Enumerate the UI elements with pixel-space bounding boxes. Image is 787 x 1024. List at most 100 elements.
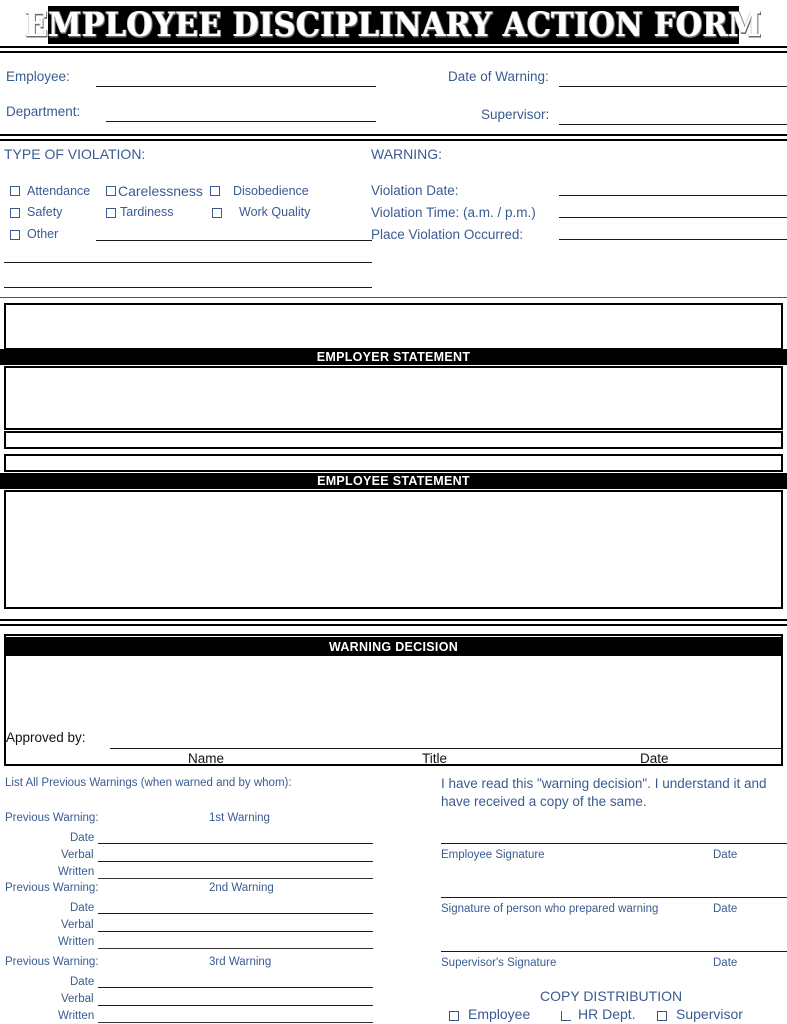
label-disobedience: Disobedience [233, 184, 309, 198]
divider-warning-decision-bottom [0, 624, 787, 626]
checkbox-copy-employee[interactable] [449, 1011, 459, 1021]
previous-warning-2-ordinal: 2nd Warning [209, 882, 274, 894]
divider-violation-bottom [0, 139, 787, 141]
date-of-warning-input-line[interactable] [559, 86, 787, 87]
label-tardiness: Tardiness [120, 205, 174, 219]
label-approved-by: Approved by: [6, 730, 86, 745]
previous-warning-3-ordinal: 3rd Warning [209, 956, 272, 968]
label-department: Department: [6, 104, 81, 119]
previous-warning-3-date-label: Date [70, 976, 95, 988]
previous-warning-3-label: Previous Warning: [5, 956, 99, 968]
supervisor-signature-label: Supervisor's Signature [441, 957, 557, 969]
acknowledgement-text: I have read this "warning decision". I u… [441, 776, 767, 809]
checkbox-copy-hr-dept[interactable] [561, 1011, 571, 1021]
label-violation-date: Violation Date: [371, 183, 459, 198]
label-place-violation: Place Violation Occurred: [371, 227, 524, 242]
checkbox-copy-supervisor[interactable] [657, 1011, 667, 1021]
department-input-line[interactable] [106, 121, 376, 122]
supervisor-signature-line[interactable] [441, 951, 787, 952]
warning-decision-label: WARNING DECISION [328, 639, 459, 654]
previous-warnings-heading: List All Previous Warnings (when warned … [5, 777, 292, 789]
previous-warning-2-written-label: Written [58, 936, 95, 948]
violation-time-input-line[interactable] [559, 217, 787, 218]
label-safety: Safety [27, 205, 63, 219]
preparer-signature-date-label: Date [713, 903, 738, 915]
label-other: Other [27, 227, 59, 241]
supervisor-signature-date-label: Date [713, 957, 738, 969]
column-header-title: Title [422, 751, 448, 766]
divider-warning-decision-top [0, 619, 787, 621]
previous-warning-2-verbal-line[interactable] [98, 931, 373, 932]
page-title: EMPLOYEE DISCIPLINARY ACTION FORM [25, 5, 762, 45]
employee-signature-date-label: Date [713, 849, 738, 861]
previous-warning-2-date-line[interactable] [98, 913, 373, 914]
approved-by-input-line[interactable] [110, 748, 783, 749]
employer-statement-line-1[interactable] [4, 431, 783, 449]
divider-above-employer [0, 297, 787, 298]
label-work-quality: Work Quality [239, 205, 311, 219]
employer-statement-body-box[interactable] [4, 366, 783, 430]
previous-warning-3-written-label: Written [58, 1010, 95, 1022]
employee-statement-body-box[interactable] [4, 490, 783, 609]
label-carelessness: Carelessness [118, 183, 203, 199]
violation-date-input-line[interactable] [559, 195, 787, 196]
previous-warning-1-verbal-line[interactable] [98, 861, 373, 862]
employer-statement-line-2[interactable] [4, 454, 783, 472]
employer-statement-label: EMPLOYER STATEMENT [316, 350, 471, 364]
checkbox-other[interactable] [10, 230, 20, 240]
violation-extra-line-2[interactable] [4, 287, 372, 288]
previous-warning-1-verbal-label: Verbal [61, 849, 94, 861]
place-violation-input-line[interactable] [559, 239, 787, 240]
employer-statement-top-box[interactable] [4, 303, 783, 350]
previous-warning-1-written-line[interactable] [98, 878, 373, 879]
previous-warning-3-written-line[interactable] [98, 1022, 373, 1023]
checkbox-tardiness[interactable] [106, 208, 116, 218]
label-date-of-warning: Date of Warning: [448, 69, 549, 84]
previous-warning-1-date-line[interactable] [98, 843, 373, 844]
employee-signature-line[interactable] [441, 843, 787, 844]
employee-signature-label: Employee Signature [441, 849, 545, 861]
column-header-name: Name [188, 751, 225, 766]
divider-title-top [0, 46, 787, 48]
previous-warning-1-written-label: Written [58, 866, 95, 878]
label-copy-supervisor: Supervisor [676, 1006, 743, 1022]
label-supervisor: Supervisor: [481, 107, 550, 122]
checkbox-safety[interactable] [10, 208, 20, 218]
preparer-signature-line[interactable] [441, 897, 787, 898]
label-copy-employee: Employee [468, 1006, 531, 1022]
other-input-line[interactable] [96, 240, 372, 241]
previous-warning-1-label: Previous Warning: [5, 812, 99, 824]
label-attendance: Attendance [27, 184, 91, 198]
copy-distribution-title: COPY DISTRIBUTION [540, 988, 683, 1004]
column-header-date: Date [640, 751, 669, 766]
checkbox-work-quality[interactable] [212, 208, 222, 218]
previous-warning-3-date-line[interactable] [98, 987, 373, 988]
label-copy-hr-dept: HR Dept. [578, 1006, 636, 1022]
label-employee: Employee: [6, 69, 70, 84]
warning-heading: WARNING: [371, 146, 443, 162]
label-violation-time: Violation Time: (a.m. / p.m.) [371, 205, 536, 220]
supervisor-input-line[interactable] [559, 124, 787, 125]
previous-warning-1-date-label: Date [70, 832, 95, 844]
previous-warning-2-date-label: Date [70, 902, 95, 914]
preparer-signature-label: Signature of person who prepared warning [441, 903, 659, 915]
employee-statement-band: EMPLOYEE STATEMENT [0, 473, 787, 489]
violation-extra-line-1[interactable] [4, 262, 372, 263]
divider-violation-top [0, 134, 787, 136]
employer-statement-band: EMPLOYER STATEMENT [0, 349, 787, 365]
disciplinary-action-form: EMPLOYEE DISCIPLINARY ACTION FORM Employ… [0, 0, 787, 1024]
previous-warning-3-verbal-label: Verbal [61, 993, 94, 1005]
violation-heading: TYPE OF VIOLATION: [4, 146, 146, 162]
warning-decision-band: WARNING DECISION [6, 637, 781, 656]
previous-warning-2-written-line[interactable] [98, 948, 373, 949]
previous-warning-3-verbal-line[interactable] [98, 1005, 373, 1006]
divider-title-bottom [0, 51, 787, 53]
checkbox-disobedience[interactable] [210, 186, 220, 196]
form-title-banner: EMPLOYEE DISCIPLINARY ACTION FORM [25, 5, 761, 44]
employee-input-line[interactable] [96, 86, 376, 87]
checkbox-carelessness[interactable] [106, 186, 116, 196]
previous-warning-2-label: Previous Warning: [5, 882, 99, 894]
employee-statement-label: EMPLOYEE STATEMENT [317, 474, 470, 488]
previous-warning-2-verbal-label: Verbal [61, 919, 94, 931]
checkbox-attendance[interactable] [10, 186, 20, 196]
